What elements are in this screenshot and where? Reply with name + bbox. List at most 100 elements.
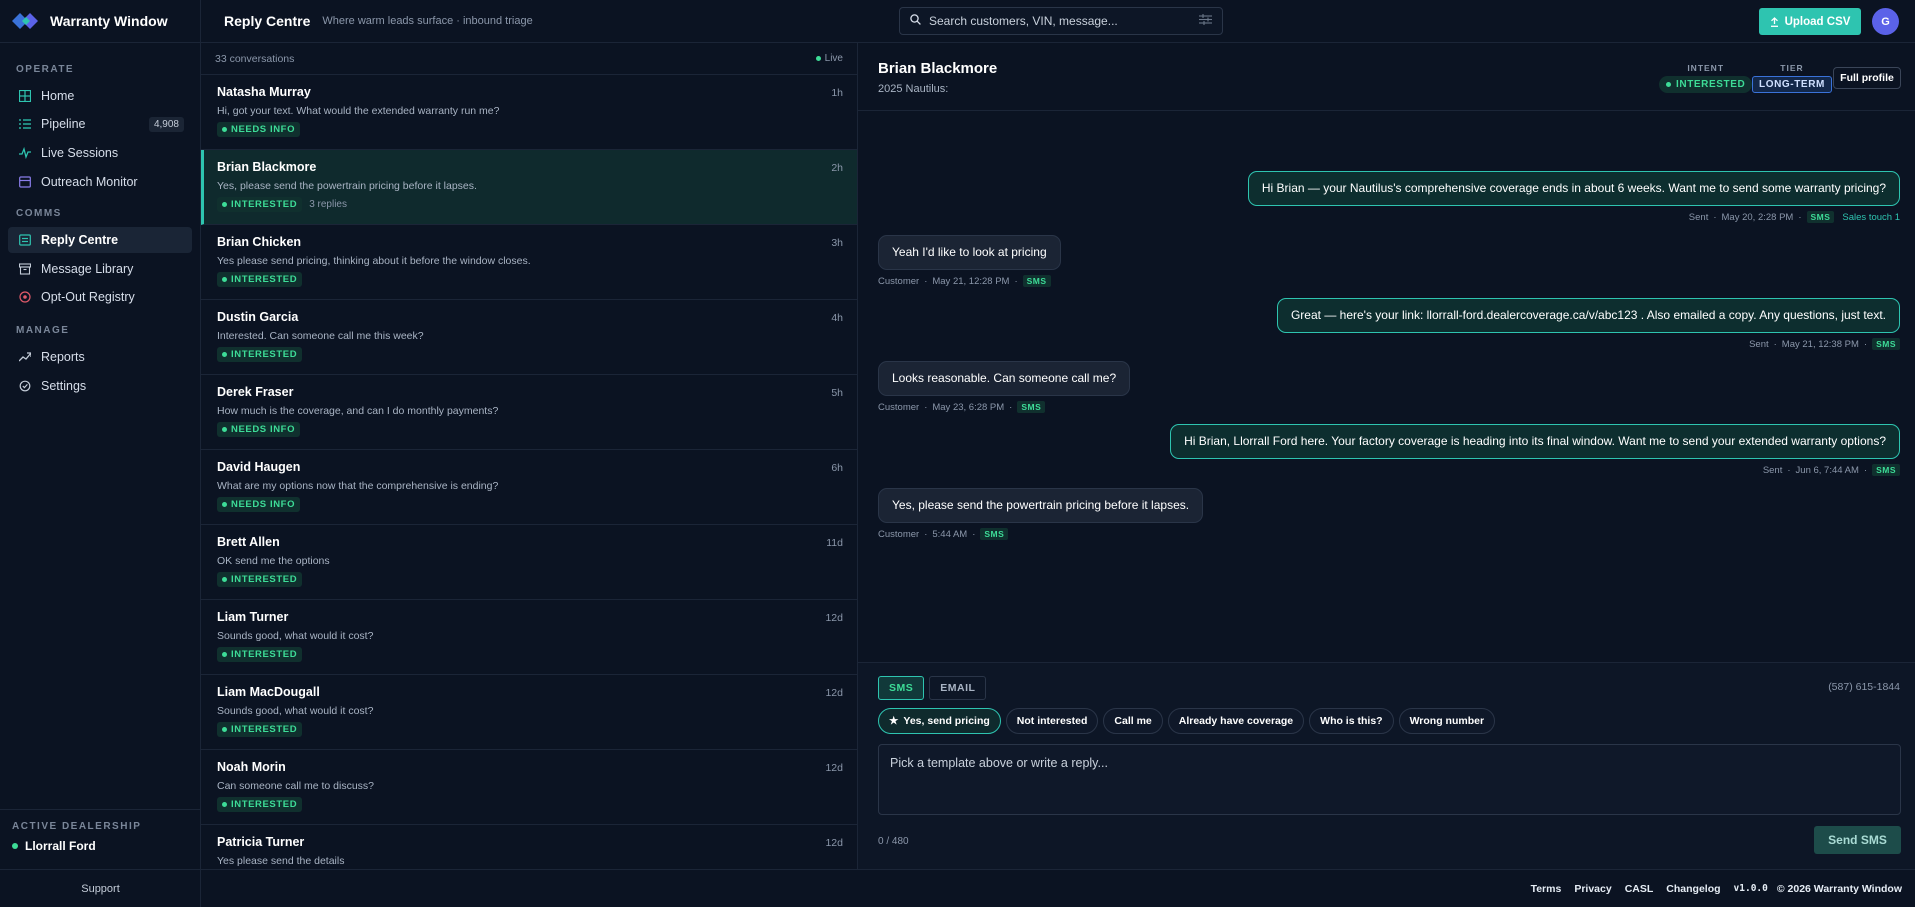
- full-profile-button[interactable]: Full profile: [1833, 67, 1901, 89]
- template-chip[interactable]: Already have coverage: [1167, 708, 1305, 734]
- search-bar[interactable]: [899, 7, 1223, 35]
- status-dot-icon: [222, 352, 227, 357]
- template-chip-label: Yes, send pricing: [903, 715, 990, 727]
- status-dot-icon: [222, 502, 227, 507]
- status-dot-icon: [222, 577, 227, 582]
- template-chip-label: Wrong number: [1409, 715, 1485, 727]
- template-chip-label: Not interested: [1016, 715, 1088, 727]
- template-chip[interactable]: Who is this?: [1309, 708, 1394, 734]
- conversation-name: Noah Morin: [217, 760, 286, 774]
- detail-header: Brian Blackmore 2025 Nautilus: INTENT IN…: [858, 43, 1915, 111]
- page-title: Reply Centre: [224, 13, 311, 29]
- message-timestamp: 5:44 AM: [932, 528, 968, 540]
- channel-tag: SMS: [1806, 211, 1835, 224]
- footer-link-casl[interactable]: CASL: [1625, 883, 1654, 895]
- top-bar: Reply Centre Where warm leads surface · …: [201, 0, 1915, 43]
- conversation-item[interactable]: Brett Allen 11d OK send me the options INTE…: [201, 525, 857, 600]
- message-timestamp: May 20, 2:28 PM: [1721, 211, 1794, 223]
- filter-icon[interactable]: [1199, 14, 1212, 28]
- dealer-name[interactable]: Llorrall Ford: [12, 839, 189, 853]
- conversation-item[interactable]: Brian Blackmore 2h Yes, please send the po…: [201, 150, 857, 225]
- conversation-preview: Yes, please send the powertrain pricing …: [217, 180, 477, 192]
- conversation-time: 1h: [831, 87, 843, 99]
- separator-dot: ·: [1787, 464, 1791, 476]
- message-sender: Sent: [1762, 464, 1783, 476]
- send-sms-button[interactable]: Send SMS: [1814, 826, 1901, 854]
- template-chip[interactable]: Wrong number: [1398, 708, 1496, 734]
- conversation-item[interactable]: David Haugen 6h What are my options now th…: [201, 450, 857, 525]
- live-label: Live: [824, 53, 843, 64]
- tab-email[interactable]: EMAIL: [929, 676, 987, 700]
- separator-dot: ·: [1009, 401, 1013, 413]
- avatar[interactable]: G: [1872, 8, 1899, 35]
- template-chip-label: Call me: [1114, 715, 1152, 727]
- conversation-meta: INTERESTED 3 replies: [217, 197, 841, 212]
- message-meta: Customer · May 21, 12:28 PM · SMS: [878, 275, 1061, 288]
- footer-link-terms[interactable]: Terms: [1531, 883, 1562, 895]
- outgoing-message: Great — here's your link: llorrall-ford.…: [1276, 298, 1900, 351]
- conversation-item[interactable]: Dustin Garcia 4h Interested. Can someone c…: [201, 300, 857, 375]
- sidebar-item-message-library[interactable]: Message Library: [8, 256, 192, 282]
- sidebar-item-reply-centre[interactable]: Reply Centre: [8, 227, 192, 253]
- intent-dot-icon: [1666, 82, 1671, 87]
- gear-icon: [18, 379, 32, 393]
- conversation-time: 12d: [825, 612, 843, 624]
- status-badge: NEEDS INFO: [217, 122, 301, 137]
- conversation-item[interactable]: Liam MacDougall 12d Sounds good, what woul…: [201, 675, 857, 750]
- separator-dot: ·: [924, 401, 928, 413]
- conversation-item[interactable]: Patricia Turner 12d Yes please send the de…: [201, 825, 857, 869]
- conversation-item[interactable]: Derek Fraser 5h How much is the coverage, …: [201, 375, 857, 450]
- star-icon: ★: [889, 715, 899, 727]
- conversation-preview: Can someone call me to discuss?: [217, 780, 374, 792]
- search-input[interactable]: [929, 14, 1199, 28]
- character-counter: 0 / 480: [878, 836, 909, 847]
- conversation-meta: INTERESTED: [217, 572, 841, 587]
- template-chip[interactable]: Not interested: [1005, 708, 1099, 734]
- sidebar-item-settings[interactable]: Settings: [8, 373, 192, 399]
- status-dot-icon: [222, 727, 227, 732]
- status-dot-icon: [222, 277, 227, 282]
- sidebar-item-outreach-monitor[interactable]: Outreach Monitor: [8, 169, 192, 195]
- sidebar-item-home[interactable]: Home: [8, 83, 192, 109]
- tab-sms[interactable]: SMS: [878, 676, 925, 700]
- conversation-item[interactable]: Noah Morin 12d Can someone call me to disc…: [201, 750, 857, 825]
- intent-badge: INTERESTED: [1659, 76, 1753, 93]
- status-badge: INTERESTED: [217, 347, 303, 362]
- sidebar-item-live-sessions[interactable]: Live Sessions: [8, 140, 192, 166]
- template-chip[interactable]: ★ Yes, send pricing: [878, 708, 1001, 734]
- channel-tag: SMS: [1872, 464, 1900, 477]
- footer-link-privacy[interactable]: Privacy: [1574, 883, 1611, 895]
- reply-textarea[interactable]: [878, 744, 1901, 815]
- conversation-item[interactable]: Natasha Murray 1h Hi, got your text. What …: [201, 75, 857, 150]
- brand[interactable]: Warranty Window: [0, 0, 200, 43]
- sidebar-item-reports[interactable]: Reports: [8, 344, 192, 370]
- status-dot-icon: [222, 427, 227, 432]
- conversation-time: 12d: [825, 837, 843, 849]
- status-badge-text: INTERESTED: [231, 199, 298, 210]
- customer-phone: (587) 615-1844: [1828, 681, 1900, 693]
- conversation-preview: Interested. Can someone call me this wee…: [217, 330, 424, 342]
- upload-csv-button[interactable]: Upload CSV: [1759, 8, 1861, 35]
- status-badge: NEEDS INFO: [217, 497, 301, 512]
- separator-dot: ·: [1014, 275, 1018, 287]
- separator-dot: ·: [972, 528, 976, 540]
- sidebar-item-label: Home: [41, 89, 75, 103]
- monitor-icon: [18, 175, 32, 189]
- footer-link-changelog[interactable]: Changelog: [1666, 883, 1720, 895]
- conversation-items: Natasha Murray 1h Hi, got your text. What …: [201, 75, 857, 869]
- nav-section-operate: OPERATE: [16, 64, 75, 75]
- status-dot-icon: [222, 127, 227, 132]
- sidebar-item-pipeline[interactable]: Pipeline 4,908: [8, 111, 192, 137]
- message-timestamp: Jun 6, 7:44 AM: [1795, 464, 1859, 476]
- message-bubble: Hi Brian — your Nautilus's comprehensive…: [1247, 171, 1900, 207]
- sidebar-item-label: Live Sessions: [41, 146, 119, 160]
- support-link[interactable]: Support: [0, 869, 201, 907]
- template-chip[interactable]: Call me: [1103, 708, 1163, 734]
- conversation-name: Derek Fraser: [217, 385, 294, 399]
- status-badge: INTERESTED: [217, 272, 303, 287]
- sidebar-item-label: Opt-Out Registry: [41, 290, 135, 304]
- conversation-item[interactable]: Liam Turner 12d Sounds good, what would it…: [201, 600, 857, 675]
- message-meta: Customer · May 23, 6:28 PM · SMS: [878, 401, 1130, 414]
- conversation-item[interactable]: Brian Chicken 3h Yes please send pricing, …: [201, 225, 857, 300]
- sidebar-item-opt-out-registry[interactable]: Opt-Out Registry: [8, 284, 192, 310]
